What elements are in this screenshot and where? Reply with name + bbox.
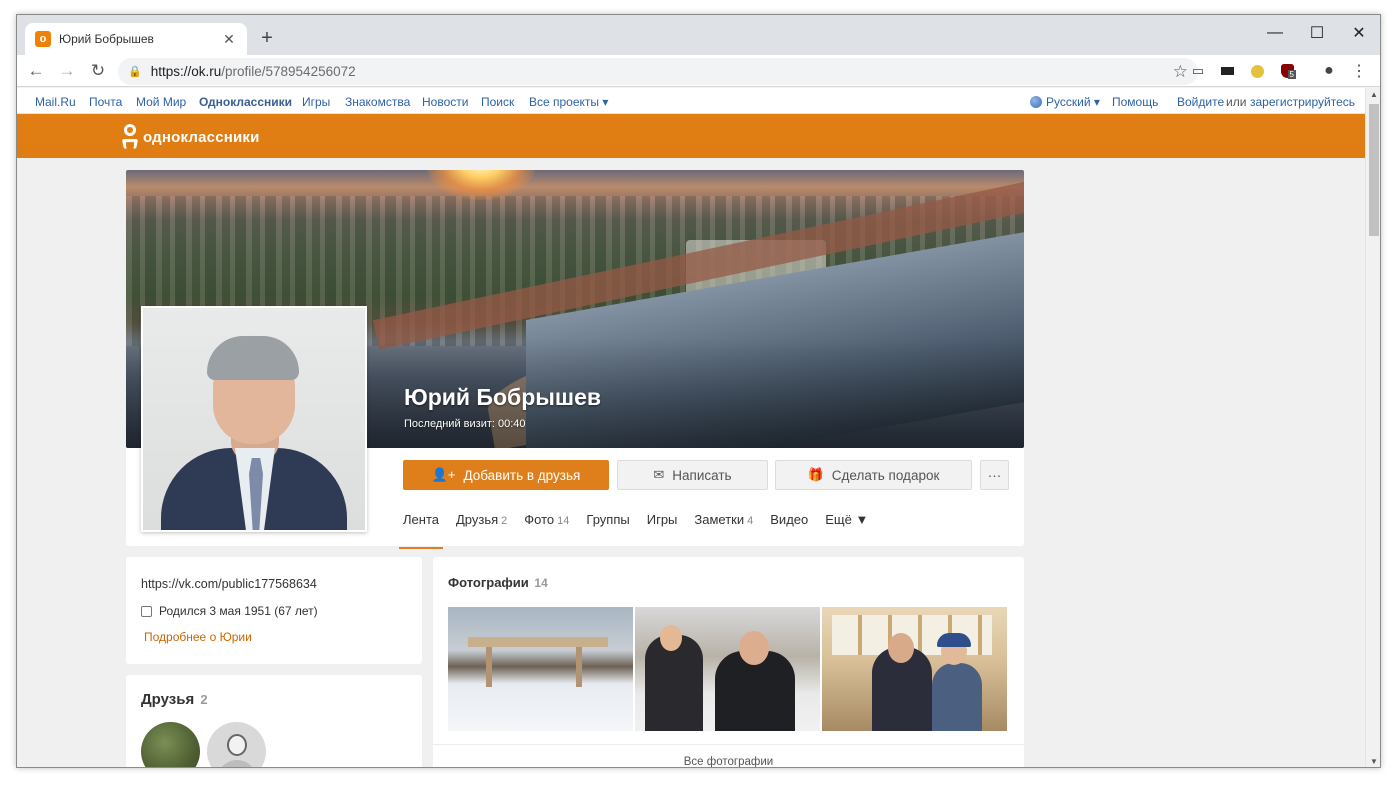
write-message-button[interactable]: ✉ Написать [617,460,768,490]
tab-groups[interactable]: Группы [586,512,629,546]
profile-icon[interactable]: ● [1319,61,1339,81]
language-selector[interactable]: Русский ▾ [1030,95,1100,109]
scroll-down-icon[interactable]: ▼ [1366,755,1380,767]
reload-icon[interactable]: ↻ [86,59,110,83]
address-bar[interactable]: 🔒 https://ok.ru/profile/578954256072 ☆ [118,58,1198,85]
profile-avatar[interactable] [141,306,367,532]
ublock-icon[interactable]: 5 [1277,61,1297,81]
globe-icon [1030,96,1042,108]
add-friend-button[interactable]: 👤+ Добавить в друзья [403,460,609,490]
birth-info: Родился 3 мая 1951 (67 лет) [141,604,407,618]
page-scrollbar[interactable]: ▲ ▼ [1365,88,1380,767]
scroll-up-icon[interactable]: ▲ [1366,88,1380,102]
portal-link-all-projects[interactable]: Все проекты ▾ [529,95,608,109]
portal-link-games[interactable]: Игры [302,95,330,109]
register-link[interactable]: зарегистрируйтесь [1250,95,1355,109]
more-about-link[interactable]: Подробнее о Юрии [141,630,407,644]
add-user-icon: 👤+ [431,467,456,482]
profile-tabs: Лента Друзья 2 Фото 14 Группы Игры Заметки… [399,512,885,549]
tab-photos[interactable]: Фото 14 [524,512,569,546]
send-gift-button[interactable]: 🎁 Сделать подарок [775,460,972,490]
menu-kebab-icon[interactable]: ⋮ [1349,61,1369,81]
extension-dark-icon[interactable] [1217,61,1237,81]
divider [433,744,1024,745]
photo-thumbnail[interactable] [822,607,1007,731]
page-viewport: Mail.Ru Почта Мой Мир Одноклассники Игры… [17,88,1365,767]
profile-external-link[interactable]: https://vk.com/public177568634 [141,577,407,591]
portal-link-search[interactable]: Поиск [481,95,514,109]
photos-card: Фотографии 14 Все фотографии [433,557,1024,767]
friends-title[interactable]: Друзья 2 [141,691,407,708]
tab-video[interactable]: Видео [770,512,808,546]
photos-title[interactable]: Фотографии 14 [448,575,548,590]
scrollbar-thumb[interactable] [1369,104,1379,236]
friend-avatar[interactable] [141,722,200,767]
portal-link-mail[interactable]: Почта [89,95,122,109]
portal-link-dating[interactable]: Знакомства [345,95,410,109]
portal-link-moymir[interactable]: Мой Мир [136,95,186,109]
login-link[interactable]: Войдите [1177,95,1224,109]
tab-friends[interactable]: Друзья 2 [456,512,507,546]
last-visit: Последний визит: 00:40 [404,418,526,430]
lock-icon: 🔒 [128,66,142,78]
bookmark-star-icon[interactable]: ☆ [1173,62,1188,82]
profile-name: Юрий Бобрышев [404,384,602,410]
browser-window: о Юрий Бобрышев ✕ + — ☐ ✕ ← → ↻ 🔒 https:… [16,14,1381,768]
envelope-icon: ✉ [653,467,665,482]
ok-logo-text: одноклассники [143,128,260,146]
tab-more[interactable]: Ещё ▼ [825,512,868,546]
tab-strip: о Юрий Бобрышев ✕ + — ☐ ✕ [17,15,1380,55]
browser-tab[interactable]: о Юрий Бобрышев ✕ [25,23,247,55]
back-icon[interactable]: ← [24,59,48,83]
ok-header: одноклассники [17,114,1365,158]
forward-icon[interactable]: → [55,59,79,83]
profile-info-card: https://vk.com/public177568634 Родился 3… [126,557,422,664]
portal-link-mailru[interactable]: Mail.Ru [35,95,76,109]
ok-favicon-icon: о [35,31,51,47]
url-text: https://ok.ru/profile/578954256072 [150,64,356,79]
tab-close-icon[interactable]: ✕ [221,31,237,48]
calendar-icon [141,605,152,617]
close-window-icon[interactable]: ✕ [1339,19,1379,47]
ok-logo[interactable]: одноклассники [121,124,260,150]
tab-notes[interactable]: Заметки 4 [694,512,753,546]
more-actions-button[interactable]: ··· [980,460,1009,490]
photo-thumbnail[interactable] [635,607,820,731]
tab-title: Юрий Бобрышев [59,32,154,46]
new-tab-icon[interactable]: + [257,27,277,50]
portal-link-news[interactable]: Новости [422,95,468,109]
or-text: или [1226,95,1247,109]
extension-coin-icon[interactable] [1247,61,1267,81]
friends-card: Друзья 2 [126,675,422,767]
tab-games[interactable]: Игры [647,512,678,546]
browser-toolbar: ← → ↻ 🔒 https://ok.ru/profile/5789542560… [17,55,1380,87]
all-photos-link[interactable]: Все фотографии [433,756,1024,767]
minimize-icon[interactable]: — [1255,19,1295,47]
gift-icon: 🎁 [807,467,824,482]
maximize-icon[interactable]: ☐ [1297,19,1337,47]
portal-bar: Mail.Ru Почта Мой Мир Одноклассники Игры… [17,88,1365,114]
help-link[interactable]: Помощь [1112,95,1158,109]
friend-avatar-placeholder[interactable] [207,722,266,767]
photo-thumbnail[interactable] [448,607,633,731]
ok-logo-icon [121,124,139,150]
cast-icon[interactable]: ▭ [1188,61,1208,81]
portal-link-ok[interactable]: Одноклассники [199,95,292,109]
tab-feed[interactable]: Лента [399,512,443,549]
